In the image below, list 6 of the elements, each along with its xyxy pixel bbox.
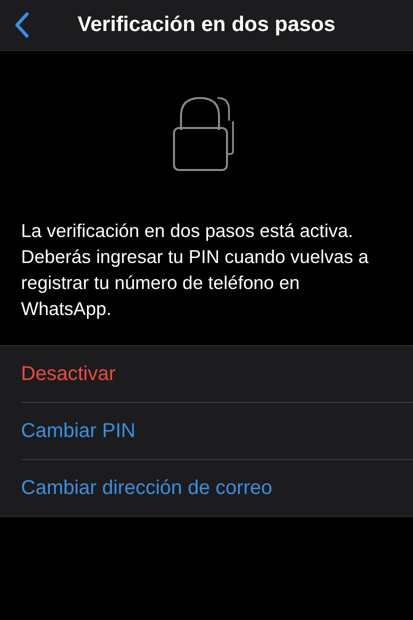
action-item[interactable]: Desactivar [21, 346, 413, 402]
status-description: La verificación en dos pasos está activa. Deberás ingresar tu PIN cuando vuelvas a registrar tu número de teléfono en WhatsApp. [20, 219, 370, 321]
back-chevron-icon [14, 11, 30, 39]
screen-title: Verificación en dos pasos [78, 12, 336, 38]
action-item[interactable]: Cambiar dirección de correo [21, 460, 413, 516]
action-item[interactable]: Cambiar PIN [21, 403, 413, 459]
